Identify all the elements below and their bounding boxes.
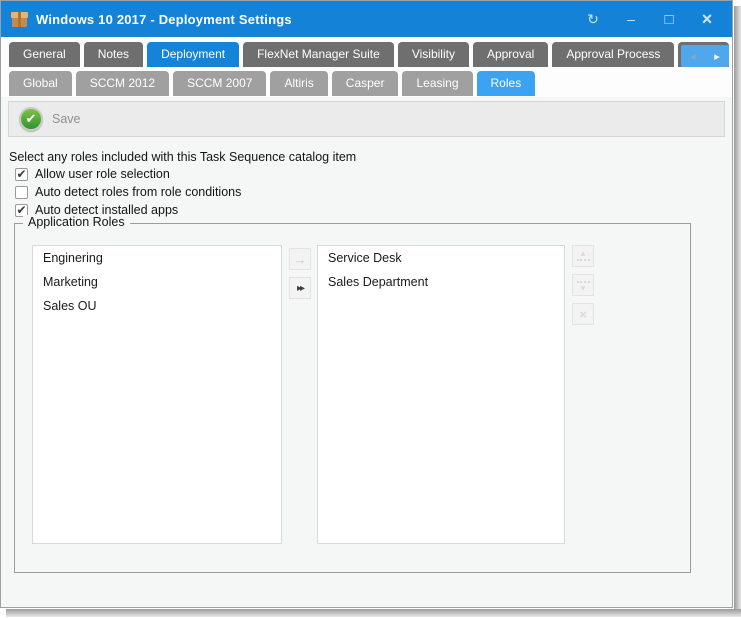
maximize-button[interactable]: □ bbox=[654, 6, 684, 32]
arrow-up-icon: ▴ bbox=[581, 250, 586, 257]
move-right-button[interactable]: → bbox=[289, 248, 311, 270]
package-icon bbox=[11, 12, 28, 27]
tab-sccm-2012[interactable]: SCCM 2012 bbox=[76, 71, 169, 96]
move-down-button[interactable]: ▾ bbox=[572, 274, 594, 296]
list-item[interactable]: Enginering bbox=[33, 246, 281, 270]
delete-x-icon: × bbox=[579, 307, 587, 322]
window-title: Windows 10 2017 - Deployment Settings bbox=[36, 12, 292, 27]
dotted-line bbox=[577, 259, 590, 261]
checkbox-allow-user-role-selection[interactable]: ✔ Allow user role selection bbox=[15, 167, 170, 181]
move-up-button[interactable]: ▴ bbox=[572, 245, 594, 267]
tab-visibility[interactable]: Visibility bbox=[398, 42, 469, 67]
double-arrow-right-icon: ▸▸ bbox=[297, 283, 303, 294]
tab-approval-process[interactable]: Approval Process bbox=[552, 42, 674, 67]
checkbox-icon[interactable] bbox=[15, 186, 28, 199]
available-roles-list[interactable]: Enginering Marketing Sales OU bbox=[32, 245, 282, 544]
primary-tab-row: General Notes Deployment FlexNet Manager… bbox=[9, 42, 729, 67]
tab-scroll-left-icon[interactable]: ◂ bbox=[681, 45, 705, 67]
remove-button[interactable]: × bbox=[572, 303, 594, 325]
window-shadow-bottom bbox=[6, 609, 741, 617]
checkbox-auto-detect-roles[interactable]: Auto detect roles from role conditions bbox=[15, 185, 241, 199]
save-button[interactable]: ✔ Save bbox=[19, 107, 81, 131]
toolbar: ✔ Save bbox=[8, 101, 725, 137]
roles-tab-content: ✔ Save Select any roles included with th… bbox=[1, 97, 732, 607]
minimize-button[interactable]: – bbox=[616, 6, 646, 32]
deployment-settings-window: Windows 10 2017 - Deployment Settings ↻ … bbox=[0, 0, 733, 608]
groupbox-title: Application Roles bbox=[23, 215, 130, 229]
save-button-label: Save bbox=[52, 112, 81, 126]
list-item[interactable]: Marketing bbox=[33, 270, 281, 294]
list-item[interactable]: Sales Department bbox=[318, 270, 564, 294]
tab-approval[interactable]: Approval bbox=[473, 42, 548, 67]
titlebar-controls: ↻ – □ × bbox=[578, 6, 722, 32]
titlebar: Windows 10 2017 - Deployment Settings ↻ … bbox=[1, 1, 732, 37]
tab-altiris[interactable]: Altiris bbox=[270, 71, 327, 96]
application-roles-groupbox: Application Roles Enginering Marketing S… bbox=[14, 223, 691, 573]
window-shadow-right bbox=[734, 6, 741, 614]
refresh-icon[interactable]: ↻ bbox=[578, 6, 608, 32]
save-check-icon: ✔ bbox=[19, 107, 43, 131]
tab-notes[interactable]: Notes bbox=[84, 42, 143, 67]
arrow-down-icon: ▾ bbox=[581, 285, 586, 292]
checkbox-label: Allow user role selection bbox=[35, 167, 170, 181]
secondary-tab-row: Global SCCM 2012 SCCM 2007 Altiris Caspe… bbox=[9, 71, 729, 96]
list-item[interactable]: Sales OU bbox=[33, 294, 281, 318]
roles-intro-label: Select any roles included with this Task… bbox=[9, 150, 356, 164]
move-all-right-button[interactable]: ▸▸ bbox=[289, 277, 311, 299]
tab-sccm-2007[interactable]: SCCM 2007 bbox=[173, 71, 266, 96]
tab-casper[interactable]: Casper bbox=[332, 71, 399, 96]
tab-roles[interactable]: Roles bbox=[477, 71, 536, 96]
tab-deployment[interactable]: Deployment bbox=[147, 42, 239, 67]
tab-flexnet-manager-suite[interactable]: FlexNet Manager Suite bbox=[243, 42, 394, 67]
selected-roles-list[interactable]: Service Desk Sales Department bbox=[317, 245, 565, 544]
tab-global[interactable]: Global bbox=[9, 71, 72, 96]
checkbox-label: Auto detect roles from role conditions bbox=[35, 185, 241, 199]
tab-general[interactable]: General bbox=[9, 42, 80, 67]
list-item[interactable]: Service Desk bbox=[318, 246, 564, 270]
tab-scroll-control: ◂ ▸ bbox=[681, 45, 729, 67]
tab-leasing[interactable]: Leasing bbox=[402, 71, 472, 96]
tab-scroll-right-icon[interactable]: ▸ bbox=[705, 45, 729, 67]
close-button[interactable]: × bbox=[692, 6, 722, 32]
arrow-right-icon: → bbox=[294, 252, 307, 267]
checkbox-icon[interactable]: ✔ bbox=[15, 168, 28, 181]
tab-strips: General Notes Deployment FlexNet Manager… bbox=[1, 37, 732, 97]
